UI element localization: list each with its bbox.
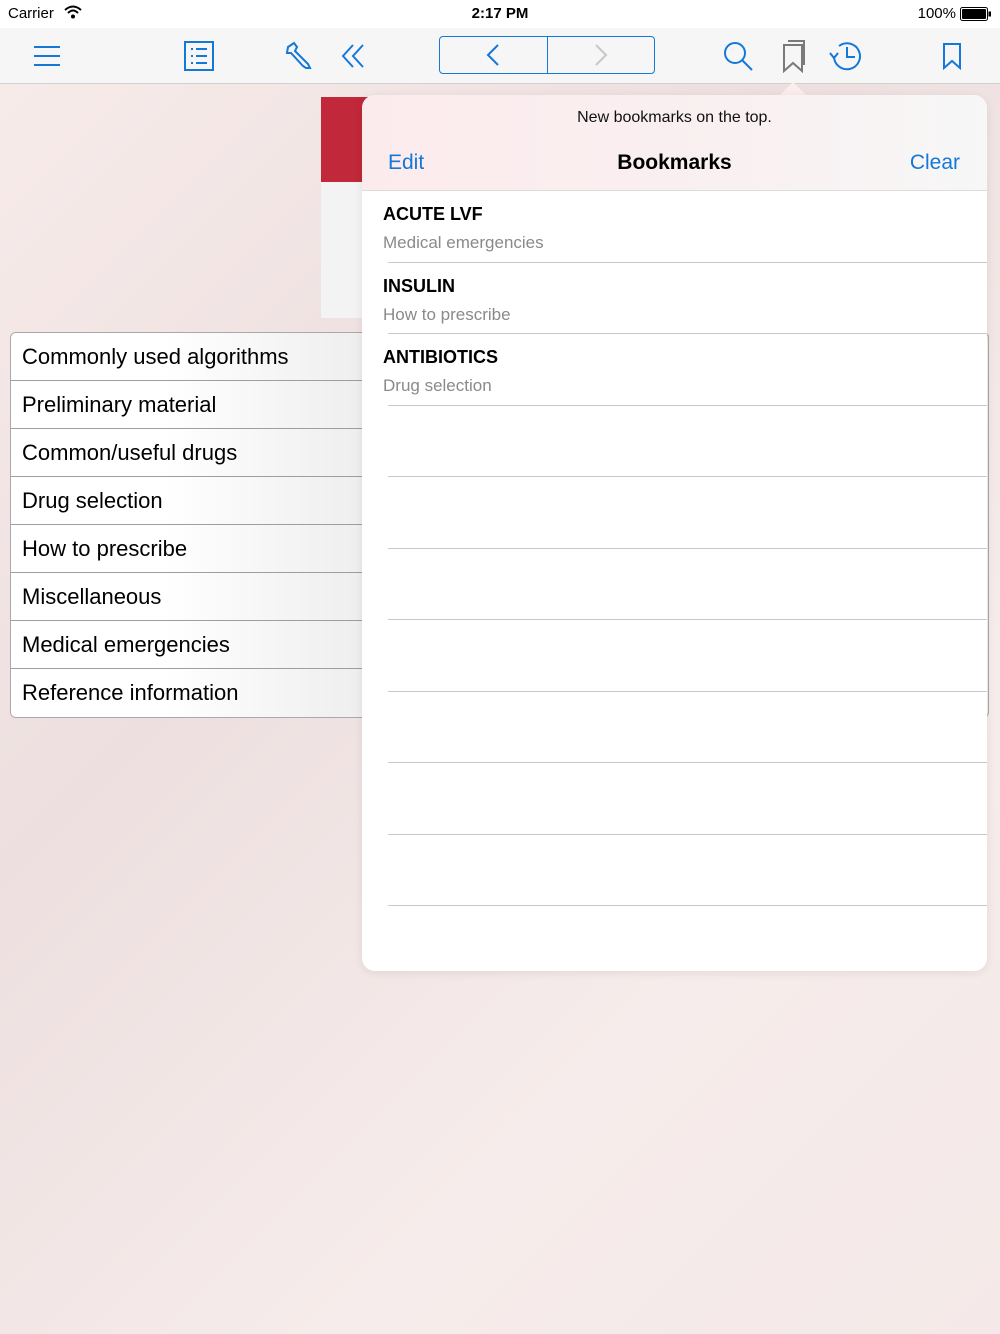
bookmark-list: ACUTE LVF Medical emergencies INSULIN Ho…	[362, 191, 987, 906]
toolbar	[0, 28, 1000, 84]
empty-row	[362, 477, 987, 549]
bookmark-title: ANTIBIOTICS	[383, 347, 498, 367]
double-chevron-left-icon[interactable]	[333, 36, 373, 76]
menu-icon[interactable]	[27, 36, 67, 76]
forward-button[interactable]	[548, 37, 655, 73]
bookmark-icon[interactable]	[932, 36, 972, 76]
bookmark-subtitle: How to prescribe	[383, 304, 511, 324]
bookmark-subtitle: Drug selection	[383, 376, 492, 395]
bookmark-row[interactable]: ANTIBIOTICS Drug selection	[362, 334, 987, 406]
empty-row	[362, 549, 987, 621]
menu-item[interactable]: Commonly used algorithms	[11, 333, 389, 381]
status-bar: Carrier 2:17 PM 100%	[0, 0, 1000, 28]
menu-item[interactable]: Reference information	[11, 669, 389, 717]
clock: 2:17 PM	[471, 5, 529, 22]
empty-row	[362, 406, 987, 478]
bookmark-subtitle: Medical emergencies	[383, 233, 544, 252]
bookmark-row[interactable]: ACUTE LVF Medical emergencies	[362, 191, 987, 263]
popover-note: New bookmarks on the top.	[577, 109, 772, 126]
history-icon[interactable]	[826, 36, 866, 76]
popover-title: Bookmarks	[617, 151, 732, 174]
popover-header: New bookmarks on the top. Edit Bookmarks…	[362, 95, 987, 191]
list-icon[interactable]	[179, 36, 219, 76]
chevron-right-icon	[595, 44, 608, 66]
search-icon[interactable]	[718, 36, 758, 76]
popover-arrow	[780, 82, 806, 95]
empty-row	[362, 763, 987, 835]
empty-row	[362, 835, 987, 907]
empty-row	[362, 620, 987, 692]
bookmark-row[interactable]: INSULIN How to prescribe	[362, 263, 987, 335]
bookmark-title: INSULIN	[383, 275, 455, 296]
clear-button[interactable]: Clear	[910, 151, 960, 175]
menu-item[interactable]: Drug selection	[11, 477, 389, 525]
back-button[interactable]	[440, 37, 548, 73]
bookmarks-popover: New bookmarks on the top. Edit Bookmarks…	[362, 95, 987, 971]
battery-icon	[960, 7, 991, 21]
menu-item[interactable]: Miscellaneous	[11, 573, 389, 621]
menu-item[interactable]: How to prescribe	[11, 525, 389, 573]
battery-percent: 100%	[917, 5, 956, 22]
back-forward-segmented-control	[439, 36, 655, 74]
wrench-icon[interactable]	[279, 36, 319, 76]
bookmark-title: ACUTE LVF	[383, 204, 483, 224]
menu-item[interactable]: Preliminary material	[11, 381, 389, 429]
chevron-left-icon	[486, 44, 499, 66]
bookmarks-icon[interactable]	[772, 36, 812, 76]
menu-item[interactable]: Common/useful drugs	[11, 429, 389, 477]
chapter-menu: Commonly used algorithms Preliminary mat…	[10, 332, 390, 718]
empty-row	[362, 692, 987, 764]
menu-item[interactable]: Medical emergencies	[11, 621, 389, 669]
